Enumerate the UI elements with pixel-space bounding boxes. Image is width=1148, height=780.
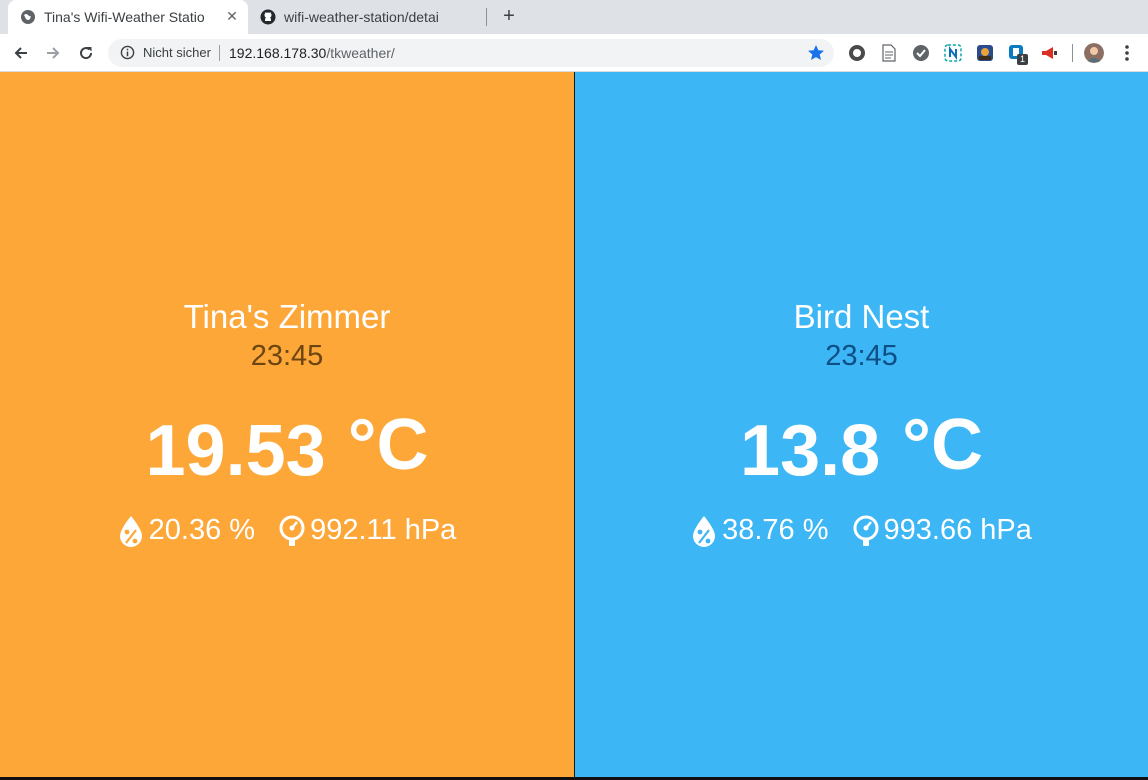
more-menu-icon[interactable]	[1117, 43, 1137, 63]
station-panel-bird-nest: Bird Nest 23:45 13.8 °C 38.76 % 993.66 h…	[575, 72, 1148, 777]
info-icon	[120, 45, 135, 60]
tab-tinas-weather-station[interactable]: Tina's Wifi-Weather Statio ✕	[8, 0, 248, 34]
extension-check-icon[interactable]	[911, 43, 931, 63]
back-button[interactable]	[10, 42, 32, 64]
station-time: 23:45	[825, 340, 898, 372]
humidity-value: 38.76 %	[722, 514, 829, 546]
new-tab-button[interactable]: +	[498, 5, 520, 27]
weather-dashboard: Tina's Zimmer 23:45 19.53 °C 20.36 % 992…	[0, 72, 1148, 777]
extension-n-icon[interactable]	[943, 43, 963, 63]
pressure-value: 992.11 hPa	[310, 514, 457, 546]
temperature-unit: °C	[347, 405, 429, 485]
browser-toolbar: Nicht sicher 192.168.178.30/tkweather/ 1	[0, 34, 1148, 72]
extension-photo-icon[interactable]	[975, 43, 995, 63]
humidity-drop-icon	[119, 515, 142, 547]
bookmark-star-icon[interactable]	[806, 43, 826, 63]
tab-strip: Tina's Wifi-Weather Statio ✕ wifi-weathe…	[0, 0, 1148, 34]
address-bar[interactable]: Nicht sicher 192.168.178.30/tkweather/	[108, 39, 834, 67]
station-name: Bird Nest	[793, 298, 930, 335]
humidity-value: 20.36 %	[148, 514, 256, 546]
url-text[interactable]: 192.168.178.30/tkweather/	[229, 45, 395, 61]
pressure-stat: 993.66 hPa	[853, 514, 1032, 547]
pressure-gauge-icon	[279, 515, 305, 546]
station-stats: 38.76 % 993.66 hPa	[575, 514, 1148, 547]
station-name: Tina's Zimmer	[183, 298, 391, 335]
temperature-value: 19.53	[145, 411, 326, 491]
url-path: /tkweather/	[326, 45, 395, 61]
tab-github-detail[interactable]: wifi-weather-station/detai	[248, 0, 488, 34]
humidity-drop-icon	[693, 515, 716, 547]
pressure-gauge-icon	[853, 515, 879, 546]
security-indicator[interactable]: Nicht sicher	[120, 45, 211, 60]
arrow-right-icon	[47, 47, 60, 59]
forward-button[interactable]	[42, 42, 64, 64]
temperature-value: 13.8	[740, 411, 881, 491]
extension-document-icon[interactable]	[879, 43, 899, 63]
security-label: Nicht sicher	[143, 45, 211, 60]
url-host: 192.168.178.30	[229, 45, 327, 61]
humidity-stat: 38.76 %	[691, 514, 829, 547]
extension-badge-count: 1	[1017, 54, 1028, 65]
extension-megaphone-icon[interactable]	[1039, 43, 1059, 63]
tab-title: Tina's Wifi-Weather Statio	[44, 9, 205, 25]
temperature-reading: 13.8 °C	[575, 402, 1148, 494]
temperature-reading: 19.53 °C	[0, 402, 574, 494]
close-tab-icon[interactable]: ✕	[224, 8, 240, 24]
station-panel-tinas-zimmer: Tina's Zimmer 23:45 19.53 °C 20.36 % 992…	[0, 72, 574, 777]
humidity-stat: 20.36 %	[118, 514, 255, 547]
extension-shield-icon[interactable]	[847, 43, 867, 63]
github-icon	[260, 9, 276, 25]
extension-badge-button[interactable]: 1	[1007, 43, 1028, 65]
tab-title: wifi-weather-station/detai	[284, 9, 439, 25]
temperature-unit: °C	[902, 405, 983, 485]
pressure-stat: 992.11 hPa	[279, 514, 456, 547]
pressure-value: 993.66 hPa	[883, 514, 1032, 546]
station-stats: 20.36 % 992.11 hPa	[0, 514, 574, 547]
tab-separator	[486, 8, 487, 26]
reload-button[interactable]	[75, 42, 97, 64]
reload-icon	[80, 47, 93, 60]
address-separator	[219, 45, 220, 61]
station-time: 23:45	[250, 340, 324, 372]
toolbar-separator	[1072, 44, 1073, 62]
arrow-left-icon	[14, 47, 27, 59]
globe-icon	[21, 10, 35, 24]
profile-avatar[interactable]	[1084, 43, 1104, 63]
